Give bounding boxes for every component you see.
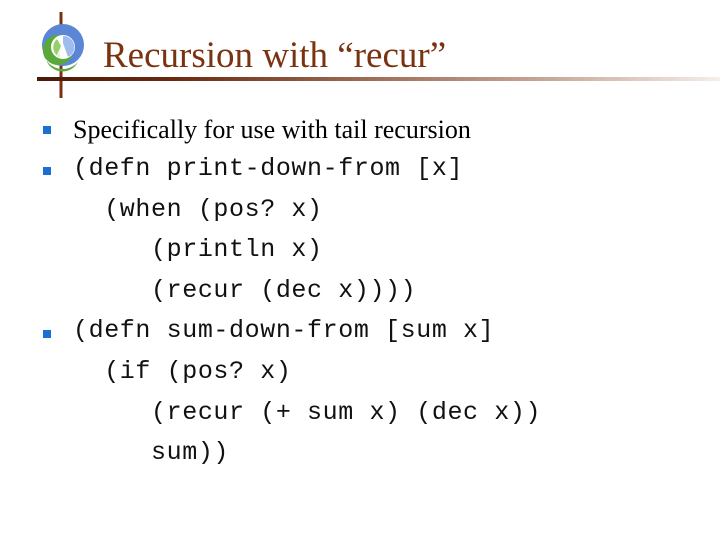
- code-line: (recur (+ sum x) (dec x)): [73, 398, 542, 427]
- code-line: (if (pos? x): [73, 357, 292, 386]
- code-line: (println x): [73, 235, 323, 264]
- code-line: (defn print-down-from [x]: [73, 154, 464, 183]
- bullet-marker: [43, 330, 51, 338]
- bullet-text: Specifically for use with tail recursion: [73, 115, 471, 144]
- code-line: (recur (dec x)))): [73, 276, 417, 305]
- bullet-marker: [43, 126, 51, 134]
- code-line: (when (pos? x): [73, 195, 323, 224]
- code-line: (defn sum-down-from [sum x]: [73, 316, 495, 345]
- slide-content: Specifically for use with tail recursion…: [0, 0, 720, 540]
- bullet-marker: [43, 167, 51, 175]
- code-line: sum)): [73, 438, 230, 467]
